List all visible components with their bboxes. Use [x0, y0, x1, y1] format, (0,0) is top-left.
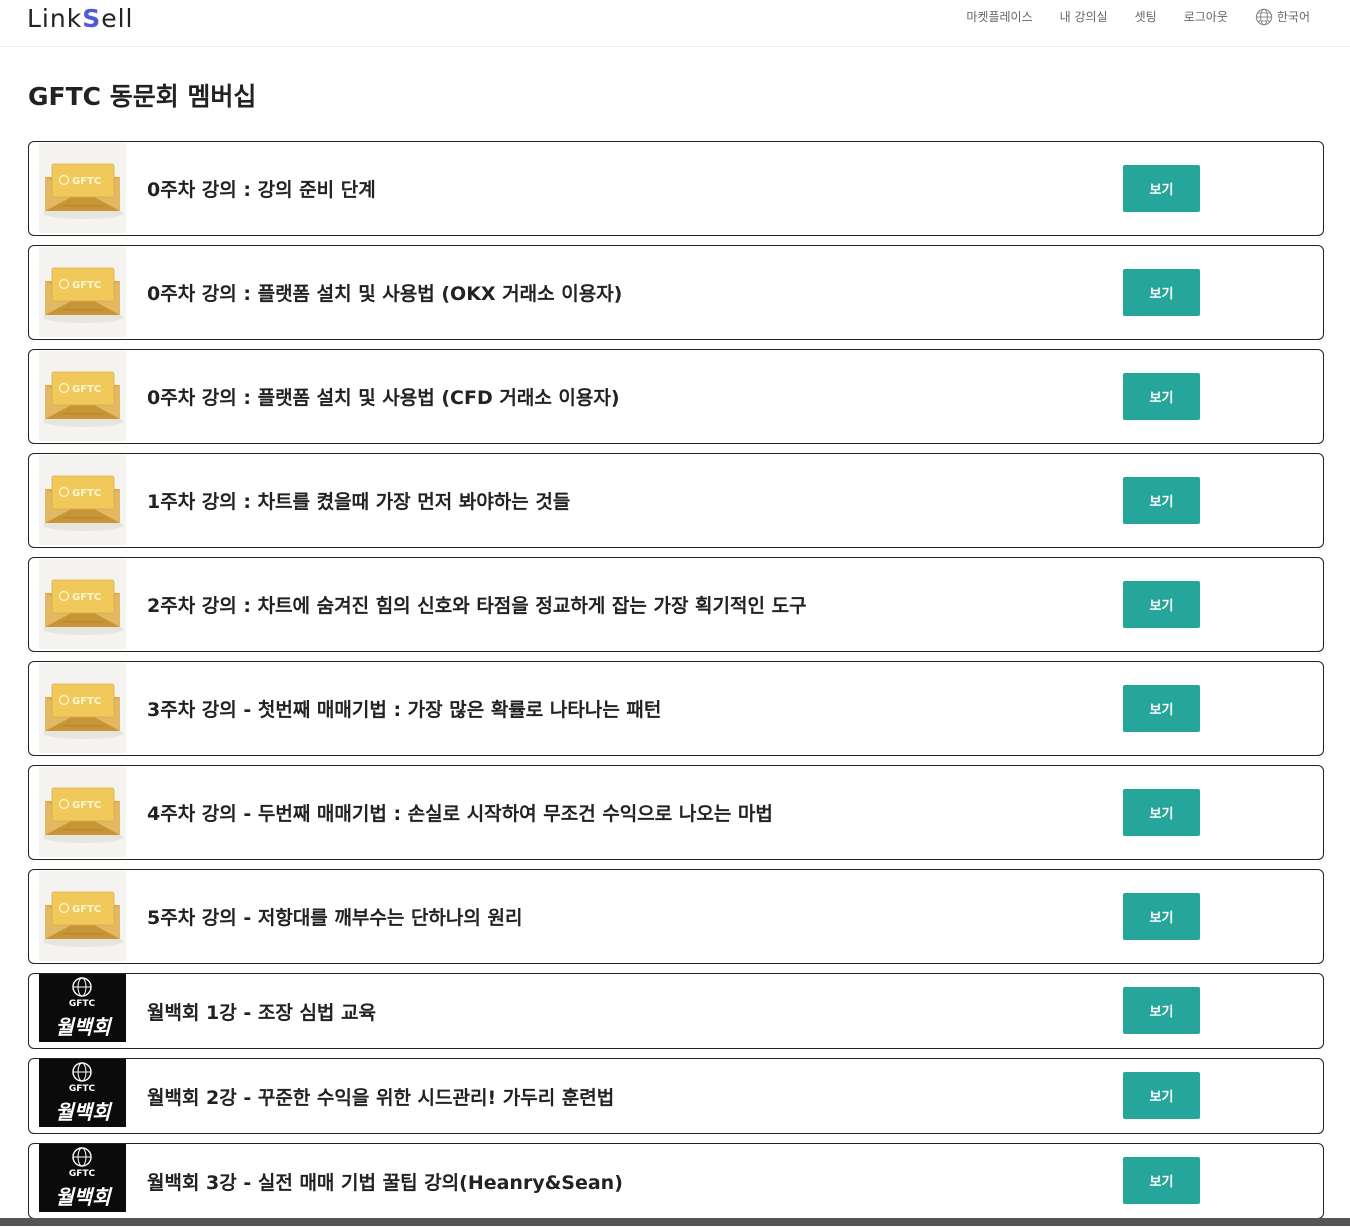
view-course-button[interactable]: 보기: [1123, 893, 1200, 940]
thumbnail-brand-text: GFTC: [72, 904, 101, 915]
gftc-gold-card-thumbnail: GFTC: [39, 247, 126, 337]
thumbnail-sub-text: 월백회: [55, 1185, 113, 1209]
thumbnail-brand-text: GFTC: [72, 696, 101, 707]
course-card[interactable]: GFTC 2주차 강의 : 차트에 숨겨진 힘의 신호와 타점을 정교하게 잡는…: [28, 557, 1324, 652]
course-title[interactable]: 1주차 강의 : 차트를 켰을때 가장 먼저 봐야하는 것들: [147, 454, 570, 547]
thumbnail-brand-text: GFTC: [72, 176, 101, 187]
course-title[interactable]: 2주차 강의 : 차트에 숨겨진 힘의 신호와 타점을 정교하게 잡는 가장 획…: [147, 558, 807, 651]
gftc-gold-card-thumbnail: GFTC: [39, 143, 126, 233]
course-card[interactable]: GFTC 월백회 월백회 3강 - 실전 매매 기법 꿀팁 강의(Heanry&…: [28, 1143, 1324, 1219]
view-course-button[interactable]: 보기: [1123, 373, 1200, 420]
wolbaekhoe-thumbnail: GFTC 월백회: [39, 1144, 126, 1212]
top-header: Link Sell 마켓플레이스 내 강의실 셋팅 로그아웃 한국어: [0, 0, 1350, 47]
logo-text-suffix: ell: [101, 3, 134, 33]
thumbnail-brand-text: GFTC: [72, 800, 101, 811]
nav-settings[interactable]: 셋팅: [1135, 8, 1157, 26]
gftc-gold-card-thumbnail: GFTC: [39, 663, 126, 753]
thumbnail-brand-text: GFTC: [72, 488, 101, 499]
course-title[interactable]: 4주차 강의 - 두번째 매매기법 : 손실로 시작하여 무조건 수익으로 나오…: [147, 766, 773, 859]
course-title[interactable]: 월백회 2강 - 꾸준한 수익을 위한 시드관리! 가두리 훈련법: [147, 1059, 614, 1133]
course-title[interactable]: 월백회 3강 - 실전 매매 기법 꿀팁 강의(Heanry&Sean): [147, 1144, 623, 1218]
course-title[interactable]: 5주차 강의 - 저항대를 깨부수는 단하나의 원리: [147, 870, 522, 963]
thumbnail-sub-text: 월백회: [55, 1100, 113, 1124]
course-card[interactable]: GFTC 5주차 강의 - 저항대를 깨부수는 단하나의 원리 보기: [28, 869, 1324, 964]
language-label: 한국어: [1276, 10, 1310, 24]
wolbaekhoe-thumbnail: GFTC 월백회: [39, 1059, 126, 1127]
course-card[interactable]: GFTC 월백회 월백회 2강 - 꾸준한 수익을 위한 시드관리! 가두리 훈…: [28, 1058, 1324, 1134]
globe-icon: [1255, 8, 1273, 26]
view-course-button[interactable]: 보기: [1123, 1072, 1200, 1119]
view-course-button[interactable]: 보기: [1123, 685, 1200, 732]
gftc-gold-card-thumbnail: GFTC: [39, 871, 126, 961]
view-course-button[interactable]: 보기: [1123, 165, 1200, 212]
gftc-gold-card-thumbnail: GFTC: [39, 455, 126, 545]
thumbnail-brand-text: GFTC: [69, 1084, 96, 1094]
nav-marketplace[interactable]: 마켓플레이스: [966, 8, 1032, 26]
course-title[interactable]: 월백회 1강 - 조장 심법 교육: [147, 974, 376, 1048]
thumbnail-brand-text: GFTC: [72, 592, 101, 603]
top-nav: 마켓플레이스 내 강의실 셋팅 로그아웃 한국어: [939, 8, 1310, 26]
course-title[interactable]: 0주차 강의 : 강의 준비 단계: [147, 142, 376, 235]
view-course-button[interactable]: 보기: [1123, 269, 1200, 316]
view-course-button[interactable]: 보기: [1123, 581, 1200, 628]
gftc-gold-card-thumbnail: GFTC: [39, 351, 126, 441]
view-course-button[interactable]: 보기: [1123, 477, 1200, 524]
course-card[interactable]: GFTC 0주차 강의 : 플랫폼 설치 및 사용법 (OKX 거래소 이용자)…: [28, 245, 1324, 340]
logo-s-glyph: S: [82, 3, 102, 33]
view-course-button[interactable]: 보기: [1123, 987, 1200, 1034]
horizontal-scrollbar[interactable]: [0, 1218, 1350, 1226]
wolbaekhoe-thumbnail: GFTC 월백회: [39, 974, 126, 1042]
thumbnail-brand-text: GFTC: [69, 999, 96, 1009]
course-title[interactable]: 3주차 강의 - 첫번째 매매기법 : 가장 많은 확률로 나타나는 패턴: [147, 662, 661, 755]
thumbnail-brand-text: GFTC: [72, 384, 101, 395]
course-card[interactable]: GFTC 1주차 강의 : 차트를 켰을때 가장 먼저 봐야하는 것들 보기: [28, 453, 1324, 548]
course-card[interactable]: GFTC 월백회 월백회 1강 - 조장 심법 교육 보기: [28, 973, 1324, 1049]
thumbnail-brand-text: GFTC: [69, 1169, 96, 1179]
gftc-gold-card-thumbnail: GFTC: [39, 559, 126, 649]
course-list: GFTC 0주차 강의 : 강의 준비 단계 보기 GFTC 0주차 강의 : 플…: [28, 141, 1324, 1228]
course-card[interactable]: GFTC 0주차 강의 : 강의 준비 단계 보기: [28, 141, 1324, 236]
course-title[interactable]: 0주차 강의 : 플랫폼 설치 및 사용법 (CFD 거래소 이용자): [147, 350, 620, 443]
nav-my-classroom[interactable]: 내 강의실: [1060, 8, 1108, 26]
nav-logout[interactable]: 로그아웃: [1184, 8, 1228, 26]
linksell-logo[interactable]: Link Sell: [27, 3, 134, 33]
course-card[interactable]: GFTC 3주차 강의 - 첫번째 매매기법 : 가장 많은 확률로 나타나는 …: [28, 661, 1324, 756]
thumbnail-brand-text: GFTC: [72, 280, 101, 291]
gftc-gold-card-thumbnail: GFTC: [39, 767, 126, 857]
course-title[interactable]: 0주차 강의 : 플랫폼 설치 및 사용법 (OKX 거래소 이용자): [147, 246, 622, 339]
logo-text-prefix: Link: [27, 3, 83, 33]
page-title: GFTC 동문회 멤버십: [28, 82, 257, 111]
course-card[interactable]: GFTC 0주차 강의 : 플랫폼 설치 및 사용법 (CFD 거래소 이용자)…: [28, 349, 1324, 444]
thumbnail-sub-text: 월백회: [55, 1015, 113, 1039]
nav-language[interactable]: 한국어: [1255, 8, 1310, 26]
view-course-button[interactable]: 보기: [1123, 789, 1200, 836]
view-course-button[interactable]: 보기: [1123, 1157, 1200, 1204]
course-card[interactable]: GFTC 4주차 강의 - 두번째 매매기법 : 손실로 시작하여 무조건 수익…: [28, 765, 1324, 860]
